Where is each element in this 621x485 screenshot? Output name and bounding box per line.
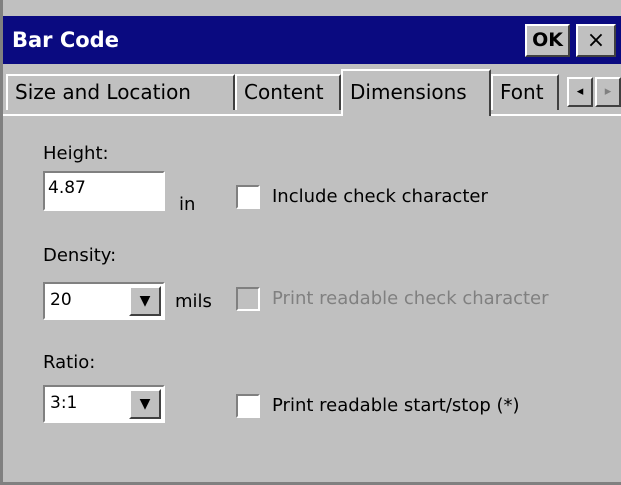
tab-divider: [3, 114, 621, 116]
tab-dimensions[interactable]: Dimensions: [341, 69, 491, 116]
density-unit: mils: [175, 291, 212, 312]
include-check-character-checkbox[interactable]: [236, 185, 260, 209]
tab-size-and-location[interactable]: Size and Location: [6, 74, 235, 110]
tab-content[interactable]: Content: [235, 74, 341, 110]
title-bar: Bar Code OK ×: [3, 16, 621, 64]
close-button[interactable]: ×: [576, 24, 616, 57]
height-unit: in: [179, 194, 196, 215]
ratio-label: Ratio:: [43, 352, 96, 373]
include-check-character-label: Include check character: [272, 186, 488, 207]
density-dropdown-icon[interactable]: ▼: [129, 286, 161, 316]
dialog-title: Bar Code: [12, 28, 119, 52]
density-value: 20: [50, 290, 72, 310]
ok-button[interactable]: OK: [525, 24, 570, 57]
density-label: Density:: [43, 245, 117, 266]
print-readable-check-character-checkbox[interactable]: [236, 287, 260, 311]
tab-scroll-left-icon[interactable]: ◂: [567, 77, 593, 107]
tab-strip: Size and Location Content Dimensions Fon…: [3, 64, 621, 116]
ratio-dropdown-icon[interactable]: ▼: [129, 389, 161, 419]
print-readable-start-stop-checkbox[interactable]: [236, 394, 260, 418]
height-input[interactable]: 4.87: [43, 171, 165, 211]
print-readable-start-stop-label: Print readable start/stop (*): [272, 395, 520, 416]
tab-scroll-right-icon[interactable]: ▸: [595, 77, 621, 107]
ratio-select[interactable]: 3:1 ▼: [43, 385, 165, 423]
tab-font[interactable]: Font: [491, 74, 559, 110]
density-select[interactable]: 20 ▼: [43, 282, 165, 320]
bar-code-dialog: Bar Code OK × Size and Location Content …: [0, 0, 621, 485]
ratio-value: 3:1: [50, 393, 78, 413]
height-label: Height:: [43, 143, 109, 164]
print-readable-check-character-label: Print readable check character: [272, 288, 549, 309]
